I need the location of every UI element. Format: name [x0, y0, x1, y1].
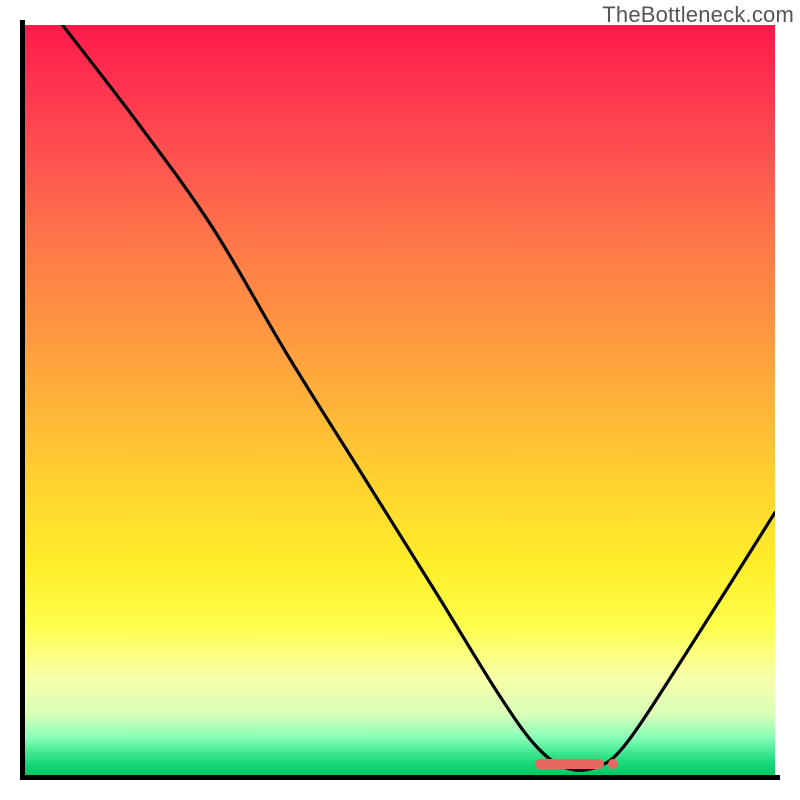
- optimal-range-marker: [535, 759, 604, 769]
- chart-container: TheBottleneck.com: [0, 0, 800, 800]
- watermark: TheBottleneck.com: [602, 2, 794, 28]
- plot-gradient-background: [25, 25, 775, 775]
- x-axis: [20, 775, 780, 780]
- optimal-range-marker-end: [608, 759, 618, 769]
- y-axis: [20, 20, 25, 780]
